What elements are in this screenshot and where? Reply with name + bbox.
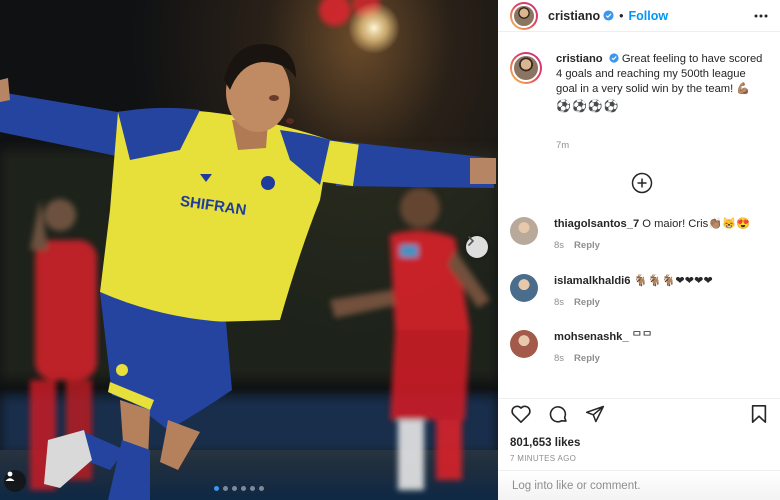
comment-item: islamalkhaldi6 🐐🐐🐐❤❤❤❤ 8s Reply <box>510 274 770 310</box>
carousel-dot <box>214 486 219 491</box>
login-link[interactable]: Log in <box>512 480 543 492</box>
share-button[interactable] <box>585 404 605 429</box>
comment-item: thiagolsantos_7 O maior! Cris👏🏽😸😍 8s Reply <box>510 217 770 253</box>
follow-button[interactable]: Follow <box>629 9 669 23</box>
commenter-username[interactable]: mohsenashk_ <box>554 331 629 343</box>
post-header: cristiano • Follow <box>498 0 780 32</box>
comment-text: ᄆᄆ <box>631 331 653 343</box>
carousel-dot <box>250 486 255 491</box>
stadium-light-red <box>319 0 351 26</box>
post-photo[interactable]: SHIFRAN <box>0 0 498 500</box>
comment-text: O maior! Cris👏🏽😸😍 <box>642 218 750 230</box>
comment-body: mohsenashk_ ᄆᄆ 8s Reply <box>554 330 754 366</box>
carousel-indicator <box>214 486 264 491</box>
comment-meta: 8s Reply <box>554 295 754 310</box>
separator-bullet: • <box>619 8 624 23</box>
caption-avatar[interactable] <box>510 52 542 84</box>
comment-meta: 8s Reply <box>554 238 754 253</box>
post-actions-bar <box>498 398 780 434</box>
comment-text: 🐐🐐🐐❤❤❤❤ <box>633 275 713 287</box>
comment-body: thiagolsantos_7 O maior! Cris👏🏽😸😍 8s Reply <box>554 217 754 253</box>
chevron-right-icon <box>468 236 475 246</box>
reply-button[interactable]: Reply <box>574 240 600 251</box>
reply-button[interactable]: Reply <box>574 353 600 364</box>
user-tag-icon <box>5 471 15 481</box>
verified-badge-icon <box>609 53 619 63</box>
bookmark-icon <box>751 405 767 423</box>
caption-timestamp: 7m <box>556 140 570 151</box>
instagram-post-view: SHIFRAN cristiano • Follow cristiano Gre… <box>0 0 780 500</box>
comment-button[interactable] <box>548 404 569 430</box>
carousel-dot <box>241 486 246 491</box>
load-more-comments-button[interactable] <box>631 172 653 194</box>
carousel-dot <box>232 486 237 491</box>
more-dots-icon <box>754 14 768 17</box>
commenter-avatar[interactable] <box>510 274 538 302</box>
verified-badge-icon <box>603 10 614 21</box>
login-prompt-text: to like or comment. <box>543 479 641 492</box>
heart-icon <box>511 405 531 423</box>
comments-section[interactable]: cristiano Great feeling to have scored 4… <box>498 32 780 398</box>
author-username[interactable]: cristiano <box>548 9 600 23</box>
post-time-ago: 7 MINUTES AGO <box>510 454 577 463</box>
author-avatar[interactable] <box>510 1 538 30</box>
comment-timestamp: 8s <box>554 240 565 251</box>
tagged-users-button[interactable] <box>4 470 26 492</box>
plus-circle-icon <box>631 172 653 194</box>
comment-timestamp: 8s <box>554 353 565 364</box>
commenter-username[interactable]: islamalkhaldi6 <box>554 275 631 287</box>
carousel-next-button[interactable] <box>466 236 488 258</box>
comment-body: islamalkhaldi6 🐐🐐🐐❤❤❤❤ 8s Reply <box>554 274 754 310</box>
like-button[interactable] <box>510 404 532 429</box>
more-options-button[interactable] <box>754 14 768 18</box>
commenter-username[interactable]: thiagolsantos_7 <box>554 218 639 230</box>
comment-bubble-icon <box>549 405 567 422</box>
likes-count[interactable]: 801,653 likes <box>498 434 780 452</box>
login-prompt: Log in to like or comment. <box>498 470 780 500</box>
post-sidebar: cristiano • Follow cristiano Great feeli… <box>498 0 780 500</box>
commenter-avatar[interactable] <box>510 217 538 245</box>
comment-timestamp: 8s <box>554 297 565 308</box>
caption-username[interactable]: cristiano <box>556 53 603 65</box>
post-caption: cristiano Great feeling to have scored 4… <box>510 52 770 114</box>
photo-illustration: SHIFRAN <box>0 0 498 500</box>
caption-text-block: cristiano Great feeling to have scored 4… <box>556 52 766 114</box>
reply-button[interactable]: Reply <box>574 297 600 308</box>
stadium-light <box>348 2 400 54</box>
caption-emoji-line: ⚽⚽⚽⚽ <box>556 99 620 113</box>
carousel-dot <box>223 486 228 491</box>
comment-meta: 8s Reply <box>554 351 754 366</box>
save-button[interactable] <box>750 404 768 429</box>
carousel-dot <box>259 486 264 491</box>
paper-plane-icon <box>585 405 605 423</box>
comment-item: mohsenashk_ ᄆᄆ 8s Reply <box>510 330 770 366</box>
commenter-avatar[interactable] <box>510 330 538 358</box>
